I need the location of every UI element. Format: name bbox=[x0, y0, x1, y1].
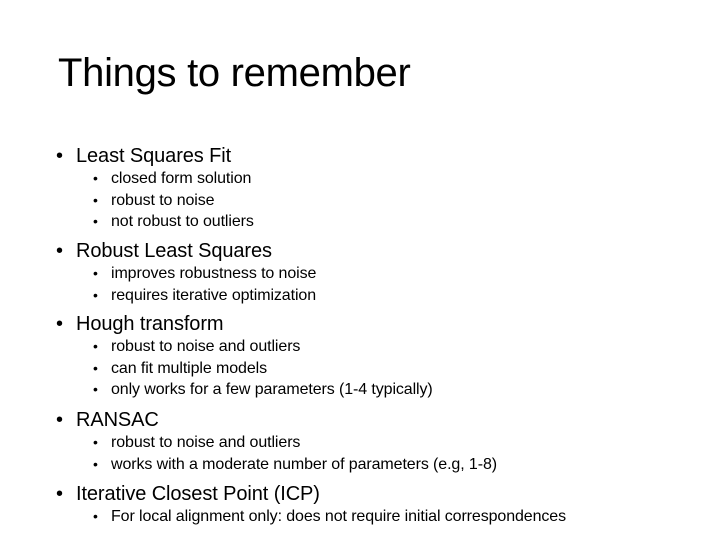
heading-text: Iterative Closest Point (ICP) bbox=[76, 483, 320, 505]
list-item-text: robust to noise bbox=[111, 191, 215, 209]
bullet-icon: • bbox=[93, 286, 98, 303]
heading-text: Hough transform bbox=[76, 313, 224, 335]
bullet-icon: • bbox=[93, 191, 98, 208]
list-item: • robust to noise and outliers bbox=[56, 336, 433, 358]
section-heading: • Robust Least Squares bbox=[56, 239, 316, 263]
section-least-squares-fit: • Least Squares Fit • closed form soluti… bbox=[56, 144, 254, 233]
section-heading: • RANSAC bbox=[56, 408, 497, 432]
sub-bullet-list: • robust to noise and outliers • works w… bbox=[56, 432, 497, 475]
list-item: • not robust to outliers bbox=[56, 211, 254, 233]
sub-bullet-list: • closed form solution • robust to noise… bbox=[56, 168, 254, 233]
list-item-text: robust to noise and outliers bbox=[111, 434, 301, 451]
bullet-icon: • bbox=[56, 145, 63, 167]
section-icp: • Iterative Closest Point (ICP) • For lo… bbox=[56, 482, 566, 528]
list-item: • requires iterative optimization bbox=[56, 285, 316, 307]
bullet-icon: • bbox=[93, 508, 98, 524]
list-item-text: robust to noise and outliers bbox=[111, 338, 301, 355]
list-item: • robust to noise and outliers bbox=[56, 432, 497, 454]
list-item-text: only works for a few parameters (1-4 typ… bbox=[111, 381, 433, 398]
sub-bullet-list: • improves robustness to noise • require… bbox=[56, 263, 316, 306]
bullet-icon: • bbox=[93, 338, 98, 354]
list-item: • closed form solution bbox=[56, 168, 254, 190]
bullet-icon: • bbox=[93, 455, 98, 472]
bullet-icon: • bbox=[93, 359, 98, 376]
list-item: • For local alignment only: does not req… bbox=[56, 506, 566, 528]
slide-title: Things to remember bbox=[58, 51, 411, 95]
bullet-icon: • bbox=[93, 381, 98, 397]
section-heading: • Hough transform bbox=[56, 312, 433, 336]
list-item-text: requires iterative optimization bbox=[111, 286, 316, 304]
list-item-text: can fit multiple models bbox=[111, 359, 267, 377]
bullet-icon: • bbox=[93, 434, 98, 450]
list-item: • only works for a few parameters (1-4 t… bbox=[56, 379, 433, 401]
section-heading: • Least Squares Fit bbox=[56, 144, 254, 168]
bullet-icon: • bbox=[56, 240, 63, 262]
list-item-text: not robust to outliers bbox=[111, 213, 254, 230]
bullet-icon: • bbox=[56, 409, 63, 431]
sub-bullet-list: • For local alignment only: does not req… bbox=[56, 506, 566, 528]
list-item-text: works with a moderate number of paramete… bbox=[111, 455, 497, 473]
heading-text: Robust Least Squares bbox=[76, 240, 272, 262]
list-item: • works with a moderate number of parame… bbox=[56, 454, 497, 476]
list-item: • can fit multiple models bbox=[56, 358, 433, 380]
bullet-icon: • bbox=[93, 265, 98, 281]
list-item-text: closed form solution bbox=[111, 170, 252, 187]
list-item: • robust to noise bbox=[56, 190, 254, 212]
list-item: • improves robustness to noise bbox=[56, 263, 316, 285]
bullet-icon: • bbox=[56, 483, 63, 505]
bullet-icon: • bbox=[93, 213, 98, 229]
heading-text: Least Squares Fit bbox=[76, 145, 232, 167]
section-robust-least-squares: • Robust Least Squares • improves robust… bbox=[56, 239, 316, 306]
sub-bullet-list: • robust to noise and outliers • can fit… bbox=[56, 336, 433, 401]
bullet-icon: • bbox=[93, 170, 98, 186]
section-heading: • Iterative Closest Point (ICP) bbox=[56, 482, 566, 506]
section-hough-transform: • Hough transform • robust to noise and … bbox=[56, 312, 433, 401]
list-item-text: For local alignment only: does not requi… bbox=[111, 508, 566, 525]
slide: Things to remember • Least Squares Fit •… bbox=[0, 0, 720, 540]
bullet-icon: • bbox=[56, 313, 63, 335]
heading-text: RANSAC bbox=[76, 409, 159, 431]
list-item-text: improves robustness to noise bbox=[111, 265, 317, 282]
section-ransac: • RANSAC • robust to noise and outliers … bbox=[56, 408, 497, 475]
